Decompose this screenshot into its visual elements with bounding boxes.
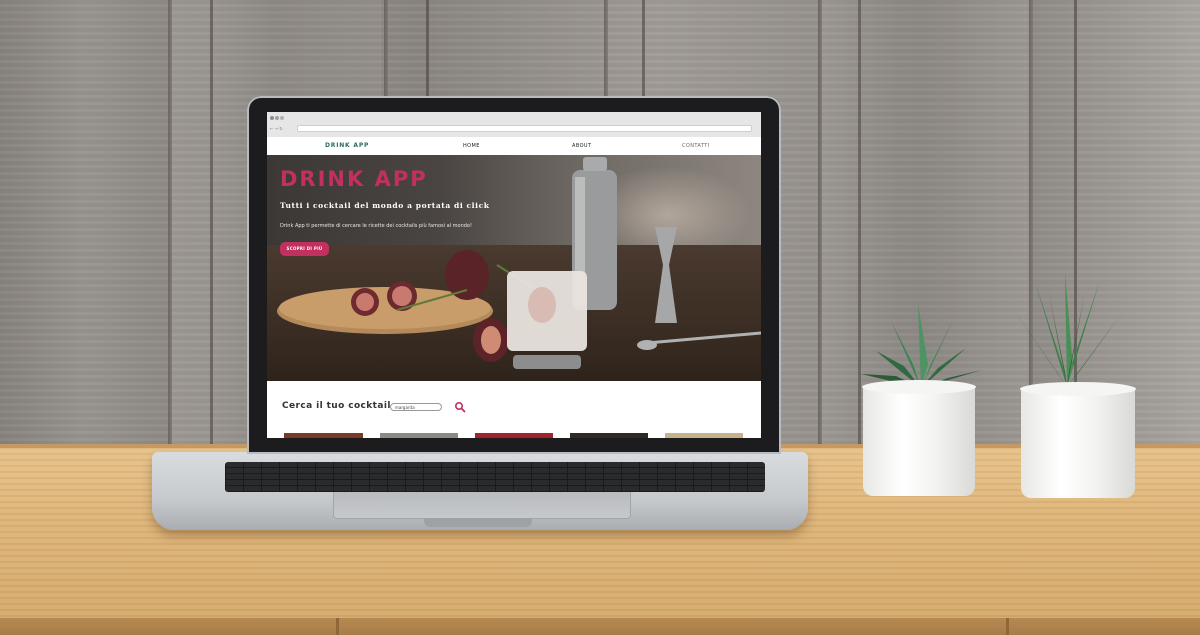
pot-rim bbox=[862, 380, 976, 394]
window-close-dot[interactable] bbox=[270, 116, 274, 120]
window-maximize-dot[interactable] bbox=[280, 116, 284, 120]
white-plant-pot bbox=[1021, 388, 1135, 498]
browser-chrome: ← → ↻ bbox=[267, 112, 761, 138]
laptop-keyboard bbox=[225, 462, 765, 492]
cocktail-thumbnail[interactable] bbox=[380, 433, 458, 438]
wall-seam bbox=[818, 0, 822, 448]
wall-seam bbox=[168, 0, 172, 448]
nav-about[interactable]: ABOUT bbox=[572, 143, 591, 149]
address-bar[interactable] bbox=[297, 125, 752, 132]
search-heading: Cerca il tuo cocktail bbox=[282, 401, 391, 411]
window-minimize-dot[interactable] bbox=[275, 116, 279, 120]
hero-subtitle: Tutti i cocktail del mondo a portata di … bbox=[280, 201, 490, 210]
pot-rim bbox=[1020, 382, 1136, 396]
nav-home[interactable]: HOME bbox=[463, 143, 480, 149]
nav-contatti[interactable]: CONTATTI bbox=[682, 143, 710, 149]
search-icon[interactable] bbox=[454, 401, 466, 413]
cocktail-thumbnail[interactable] bbox=[665, 433, 743, 438]
search-section: Cerca il tuo cocktail margarita bbox=[267, 381, 761, 438]
laptop-trackpad bbox=[333, 492, 631, 519]
discover-more-button[interactable]: SCOPRI DI PIÙ bbox=[280, 242, 329, 256]
laptop-screen: ← → ↻ DRINK APP HOME ABOUT CONTATTI DRIN… bbox=[267, 112, 761, 438]
cocktail-thumbnail[interactable] bbox=[475, 433, 553, 438]
photo-scene: ← → ↻ DRINK APP HOME ABOUT CONTATTI DRIN… bbox=[0, 0, 1200, 635]
hero-description: Drink App ti permette di cercare le rice… bbox=[280, 223, 472, 229]
site-navbar: DRINK APP HOME ABOUT CONTATTI bbox=[267, 137, 761, 155]
cocktail-search-input[interactable]: margarita bbox=[390, 403, 442, 411]
hero-title: DRINK APP bbox=[280, 167, 428, 191]
site-brand-link[interactable]: DRINK APP bbox=[325, 142, 369, 149]
desk-front bbox=[0, 618, 1200, 635]
cocktail-thumbnail[interactable] bbox=[570, 433, 648, 438]
cocktail-thumbnail[interactable] bbox=[284, 433, 363, 438]
wall-plank bbox=[0, 0, 168, 448]
browser-nav-controls[interactable]: ← → ↻ bbox=[270, 126, 283, 132]
desk-seam bbox=[1006, 618, 1009, 635]
hero-banner: DRINK APP Tutti i cocktail del mondo a p… bbox=[267, 155, 761, 381]
desk-seam bbox=[336, 618, 339, 635]
haworthia-plant bbox=[1015, 272, 1123, 387]
laptop-notch bbox=[424, 518, 532, 527]
white-plant-pot bbox=[863, 386, 975, 496]
